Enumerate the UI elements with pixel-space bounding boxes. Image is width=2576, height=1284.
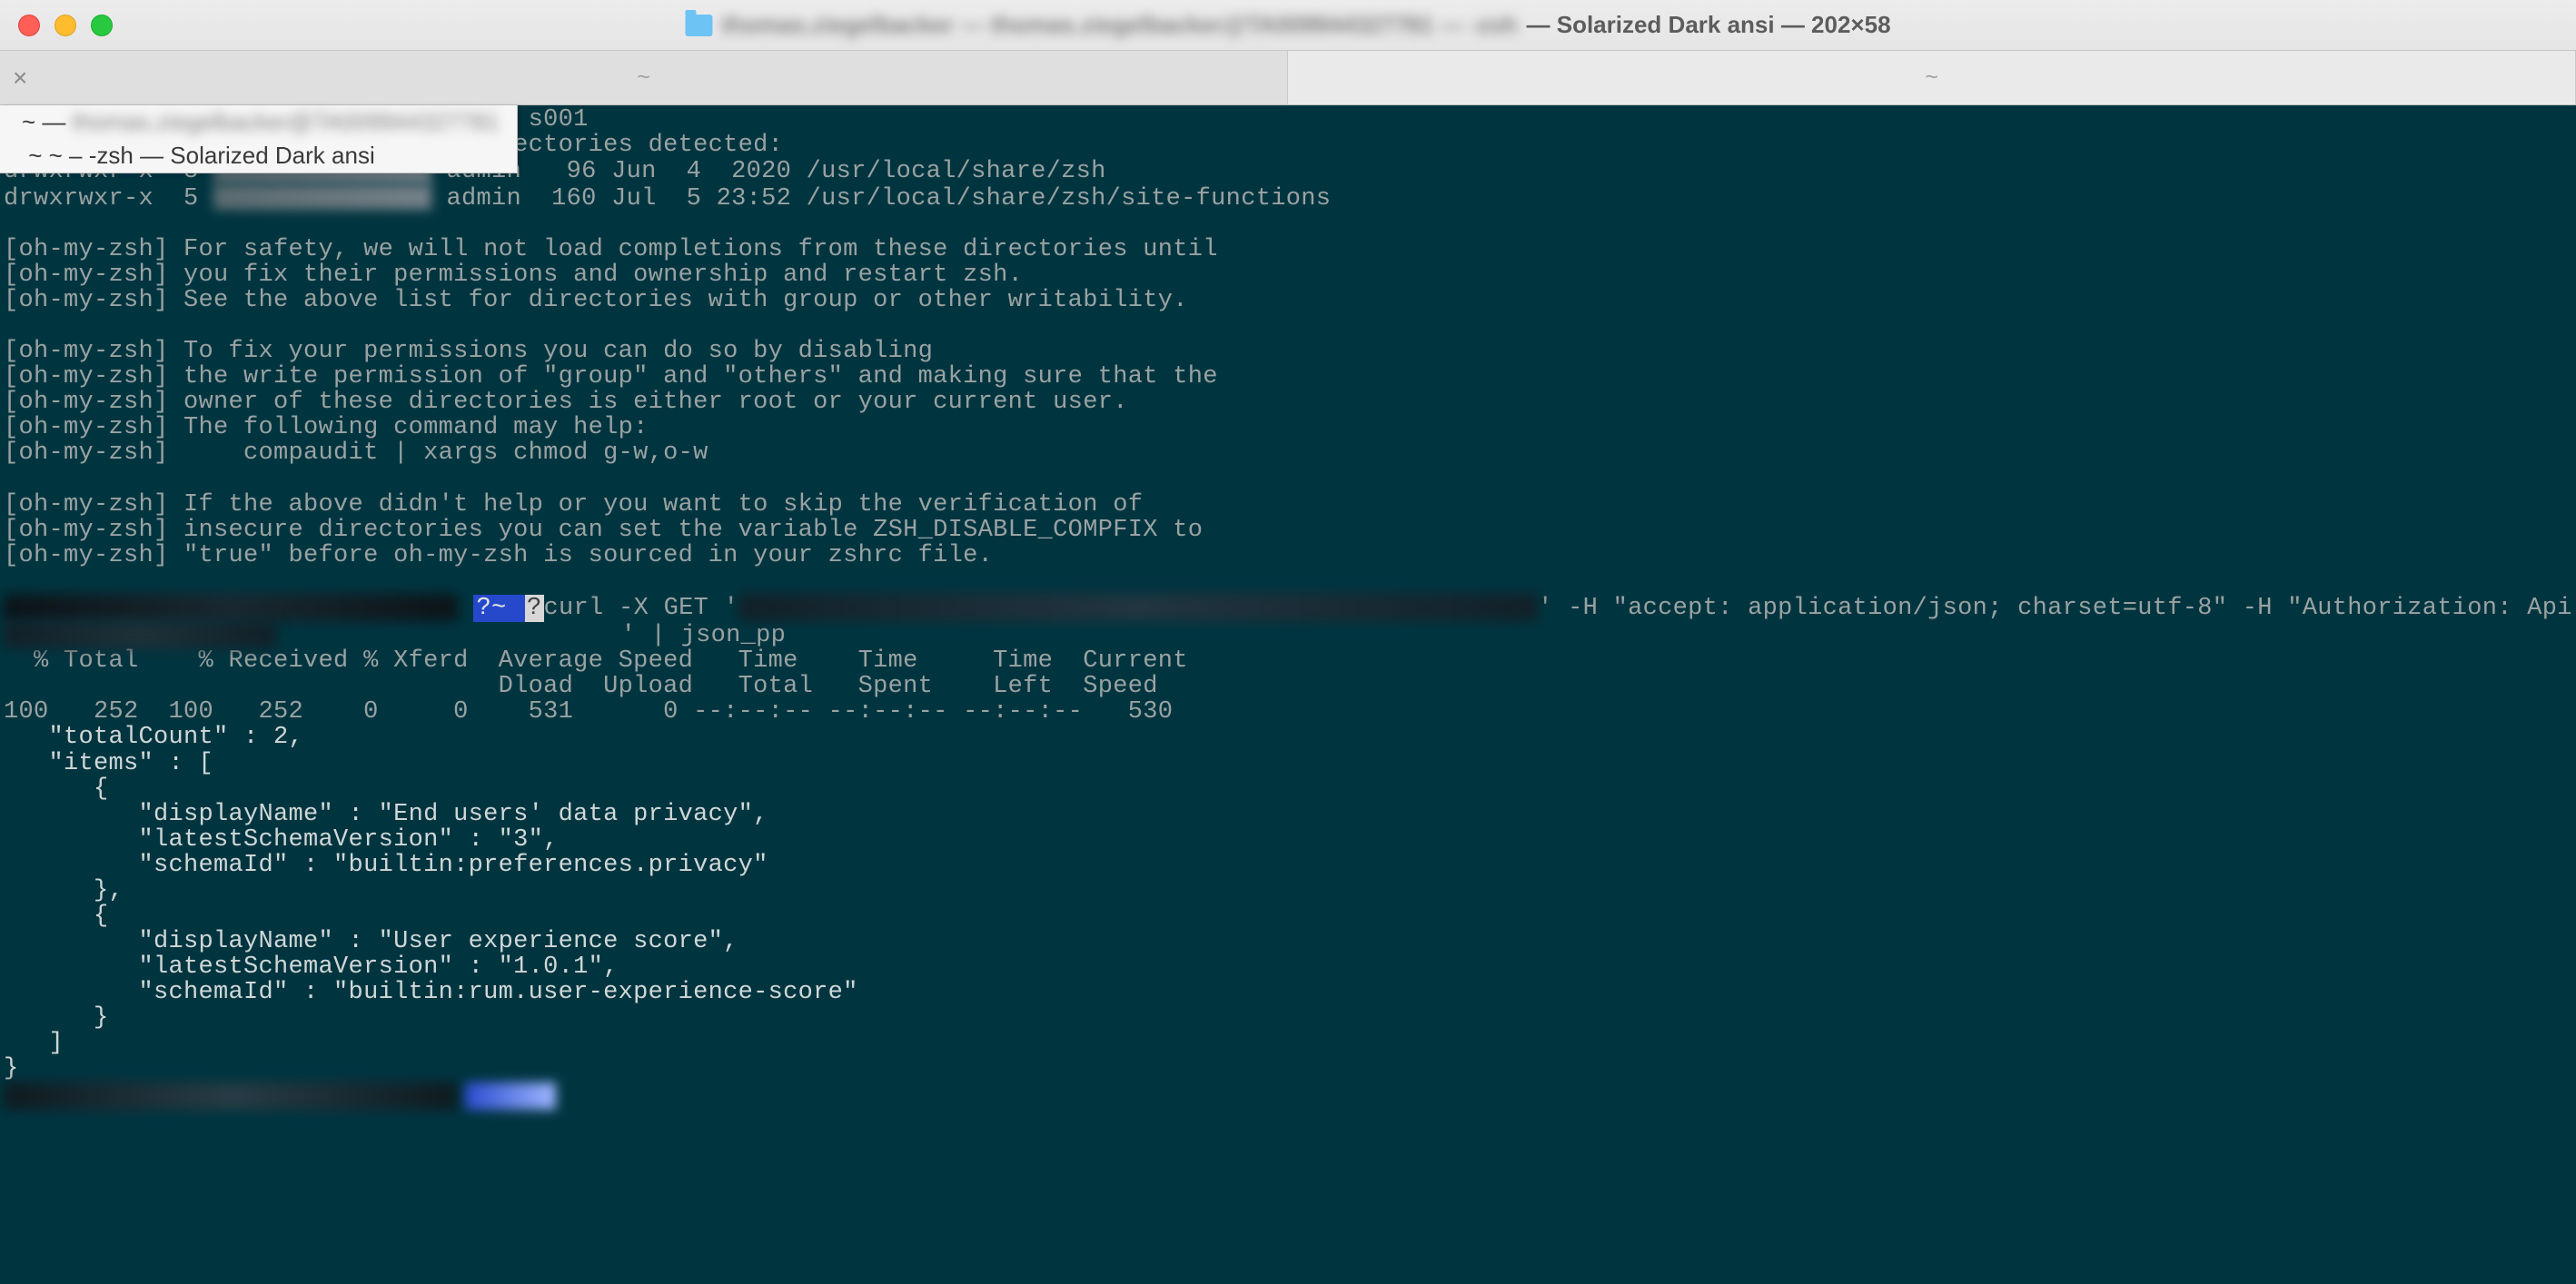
output-line: "displayName" : "End users' data privacy… [4,801,768,828]
terminal-output: L s001 ent directories detected: drwxrwx… [4,107,2576,1110]
tab-menu-item-1[interactable]: ~ — thomas.ziegelbacker@TA009944327781 [0,105,517,139]
prompt-line-2: ' | json_pp [4,622,786,649]
tabs-row: × ~ ~ [0,51,2576,105]
curl-cont-blurred [4,621,276,648]
prompt-blurred [4,594,458,621]
output-line: "schemaId" : "builtin:rum.user-experienc… [4,979,858,1006]
output-line: [oh-my-zsh] For safety, we will not load… [4,236,1218,263]
prompt-chip-blurred [465,1082,556,1110]
prompt-blurred [4,1082,458,1110]
prompt-seg-sep: ? [525,595,544,622]
output-line: "latestSchemaVersion" : "3", [4,826,559,854]
output-line: [oh-my-zsh] you fix their permissions an… [4,262,1023,289]
output-line: { [4,775,109,803]
curl-url-blurred [738,594,1538,621]
output-line: [oh-my-zsh] If the above didn't help or … [4,491,1143,519]
menu-item-blurred: thomas.ziegelbacker@TA009944327781 [73,108,500,136]
terminal[interactable]: L s001 ent directories detected: drwxrwx… [0,105,2576,1284]
output-line: Dload Upload Total Spent Left Speed [4,673,1158,700]
tab-menu-item-2[interactable]: ~ ~ – -zsh — Solarized Dark ansi [0,139,517,173]
output-line: drwxrwxr-x 5 xxxxxxxxxxxxxxxx admin 160 … [4,185,1331,212]
tab-2-label: ~ [1925,64,1938,91]
output-line: [oh-my-zsh] the write permission of "gro… [4,363,1218,390]
window-title: thomas.ziegelbacker — thomas.ziegelbacke… [685,11,1890,39]
output-line: [oh-my-zsh] See the above list for direc… [4,287,1188,314]
output-line: ] [4,1030,64,1057]
output-line: 100 252 100 252 0 0 531 0 --:--:-- --:--… [4,698,1173,726]
output-line: [oh-my-zsh] owner of these directories i… [4,389,1128,416]
output-line: "items" : [ [4,750,213,777]
output-line: [oh-my-zsh] compaudit | xargs chmod g-w,… [4,440,708,467]
window-title-visible: — Solarized Dark ansi — 202×58 [1527,11,1891,39]
menu-item-prefix: ~ — [22,108,73,136]
output-line: } [4,1004,109,1032]
output-line: % Total % Received % Xferd Average Speed… [4,647,1188,675]
output-line: "schemaId" : "builtin:preferences.privac… [4,852,768,879]
output-line: [oh-my-zsh] The following command may he… [4,414,649,441]
output-line: "displayName" : "User experience score", [4,928,738,955]
close-window-button[interactable] [18,15,40,36]
output-line: "totalCount" : 2, [4,724,303,751]
prompt-line-1: ?~ ?curl -X GET '' -H "accept: applicati… [4,595,2576,622]
output-line: } [4,1055,19,1082]
folder-icon [685,15,712,36]
tab-2[interactable]: ~ [1288,51,2576,104]
tab-menu: ~ — thomas.ziegelbacker@TA009944327781 ~… [0,105,518,173]
minimize-window-button[interactable] [54,15,76,36]
close-tab-icon[interactable]: × [13,65,27,91]
prompt-line-ready [4,1083,556,1111]
menu-item-label: ~ ~ – -zsh — Solarized Dark ansi [22,142,375,170]
tab-1-label: ~ [637,64,650,91]
output-line: }, [4,877,124,904]
titlebar: thomas.ziegelbacker — thomas.ziegelbacke… [0,0,2576,51]
output-line: [oh-my-zsh] insecure directories you can… [4,517,1203,544]
maximize-window-button[interactable] [91,15,113,36]
window-title-blurred: thomas.ziegelbacker — thomas.ziegelbacke… [721,11,1517,39]
output-line: [oh-my-zsh] "true" before oh-my-zsh is s… [4,542,993,569]
output-line: "latestSchemaVersion" : "1.0.1", [4,953,619,981]
output-line: [oh-my-zsh] To fix your permissions you … [4,338,933,365]
traffic-lights [18,15,113,36]
tab-1[interactable]: × ~ [0,51,1288,104]
prompt-seg-home: ?~ [473,595,526,622]
output-line: { [4,903,109,930]
